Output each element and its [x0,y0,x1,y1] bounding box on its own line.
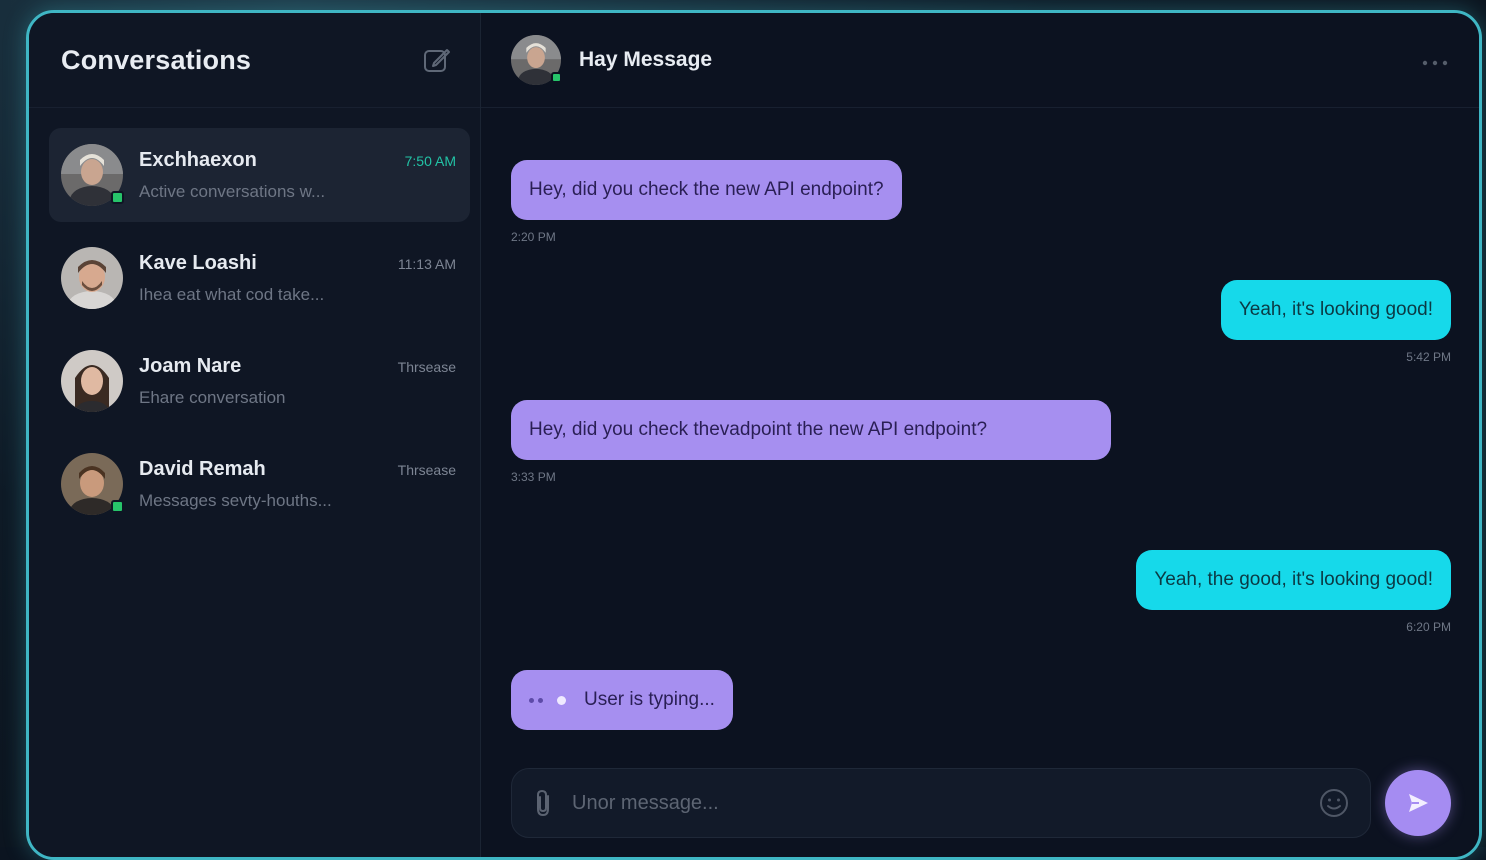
conversation-item-exchhaexon[interactable]: Exchhaexon 7:50 AM Active conversations … [49,128,470,222]
compose-icon [422,45,452,75]
message-time: 3:33 PM [511,470,1111,484]
conversation-preview: Messages sevty-houths... [139,491,458,511]
online-status-indicator [111,500,124,513]
message-list: Hey, did you check the new API endpoint?… [511,108,1451,757]
chat-panel: Hay Message Hey, did you check the new A… [481,13,1479,857]
conversation-preview: Ehare conversation [139,388,458,408]
paperclip-icon [532,788,554,818]
conversation-name: Exchhaexon [139,149,257,172]
message-outgoing: Yeah, the good, it's looking good! 6:20 … [1136,550,1451,634]
message-time: 6:20 PM [1136,620,1451,634]
message-input[interactable] [572,792,1318,815]
send-button[interactable] [1385,770,1451,836]
message-composer [511,767,1451,839]
conversation-time: 7:50 AM [405,153,456,169]
message-time: 5:42 PM [1221,350,1451,364]
conversation-name: Kave Loashi [139,252,257,275]
messenger-window: Conversations [26,10,1482,860]
chat-avatar[interactable] [511,35,561,85]
message-bubble: Yeah, the good, it's looking good! [1136,550,1451,610]
conversation-item-david-remah[interactable]: David Remah Thrsease Messages sevty-hout… [49,437,470,531]
sidebar: Conversations [29,13,481,857]
compose-button[interactable] [420,43,454,77]
more-options-button[interactable] [1421,47,1449,73]
attach-button[interactable] [532,788,554,818]
conversation-name: David Remah [139,458,266,481]
conversation-time: Thrsease [398,359,456,375]
message-bubble: Yeah, it's looking good! [1221,280,1451,340]
chat-header: Hay Message [481,13,1479,108]
more-icon [1421,59,1449,67]
message-incoming: Hey, did you check the new API endpoint?… [511,160,902,244]
conversation-name: Joam Nare [139,355,241,378]
message-bubble: Hey, did you check the new API endpoint? [511,160,902,220]
message-incoming: Hey, did you check thevadpoint the new A… [511,400,1111,484]
typing-text: User is typing... [584,685,715,715]
conversation-list: Exchhaexon 7:50 AM Active conversations … [29,108,480,531]
sidebar-title: Conversations [61,45,251,76]
message-time: 2:20 PM [511,230,902,244]
conversation-preview: Ihea eat what cod take... [139,285,458,305]
conversation-time: Thrsease [398,462,456,478]
emoji-icon [1318,787,1350,819]
conversation-item-joam-nare[interactable]: Joam Nare Thrsease Ehare conversation [49,334,470,428]
message-input-container [511,768,1371,838]
emoji-button[interactable] [1318,787,1350,819]
avatar [61,453,123,515]
avatar [61,144,123,206]
typing-dots-icon [529,696,570,705]
message-outgoing: Yeah, it's looking good! 5:42 PM [1221,280,1451,364]
online-status-indicator [111,191,124,204]
conversation-item-kave-loashi[interactable]: Kave Loashi 11:13 AM Ihea eat what cod t… [49,231,470,325]
message-bubble: Hey, did you check thevadpoint the new A… [511,400,1111,460]
send-icon [1405,790,1431,816]
typing-indicator: User is typing... [511,670,733,730]
conversation-time: 11:13 AM [398,256,456,272]
chat-title: Hay Message [579,48,712,72]
avatar [61,350,123,412]
sidebar-header: Conversations [29,13,480,108]
online-status-indicator [551,72,562,83]
avatar [61,247,123,309]
conversation-preview: Active conversations w... [139,182,458,202]
